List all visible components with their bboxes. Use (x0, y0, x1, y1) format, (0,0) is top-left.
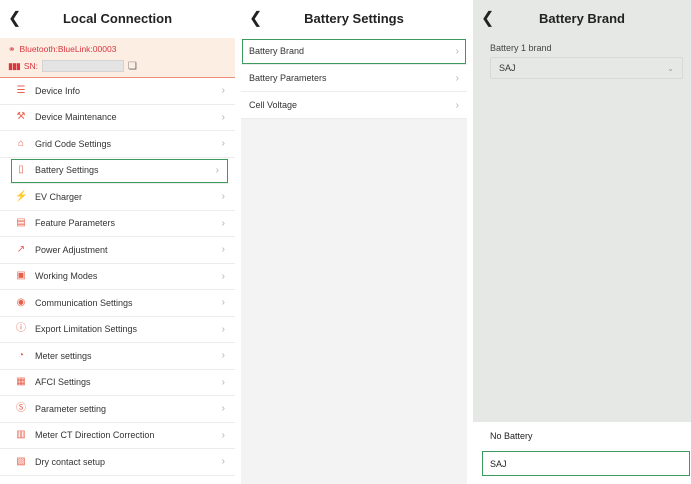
menu-item-label: Power Adjustment (35, 244, 108, 255)
menu-item-label: Battery Settings (35, 165, 99, 176)
brand-option-no-battery[interactable]: No Battery (473, 422, 691, 450)
chevron-right-icon: › (221, 297, 225, 309)
bluetooth-status: ⚭ Bluetooth:BlueLink:00003 (8, 42, 227, 56)
back-arrow-icon[interactable]: ❮ (481, 9, 499, 29)
menu-item-communication-settings[interactable]: ◉ Communication Settings › (0, 290, 235, 317)
connection-info: ⚭ Bluetooth:BlueLink:00003 ▮▮▮ SN: ❏ (0, 38, 235, 78)
export-icon: ⓘ (16, 323, 26, 335)
menu-item-label: Working Modes (35, 271, 98, 282)
chevron-right-icon: › (221, 244, 225, 256)
link-icon: ⚭ (8, 43, 16, 54)
bluetooth-label: Bluetooth:BlueLink:00003 (19, 44, 117, 54)
menu-item-dry-contact-setup[interactable]: ▧ Dry contact setup › (0, 449, 235, 476)
menu-item-power-adjustment[interactable]: ↗ Power Adjustment › (0, 237, 235, 264)
battery-settings-list: Battery Brand › Battery Parameters › Cell Vo… (241, 38, 467, 119)
chevron-right-icon: › (221, 217, 225, 229)
menu-item-working-modes[interactable]: ▣ Working Modes › (0, 263, 235, 290)
grid-tower-icon: ⌂ (17, 137, 25, 149)
chevron-right-icon: › (221, 429, 225, 441)
chevron-right-icon: › (221, 376, 225, 388)
dry-contact-icon: ▧ (16, 455, 26, 467)
menu-item-label: Communication Settings (35, 297, 133, 308)
battery-brand-value: SAJ (499, 63, 516, 73)
chevron-right-icon: › (455, 99, 459, 111)
battery-brand-field-label: Battery 1 brand (490, 43, 552, 53)
battery-item-label: Battery Parameters (249, 73, 327, 83)
local-connection-panel: ❮ Local Connection ⚭ Bluetooth:BlueLink:… (0, 0, 235, 484)
menu-item-label: Meter CT Direction Correction (35, 430, 155, 441)
menu-item-grid-code-settings[interactable]: ⌂ Grid Code Settings › (0, 131, 235, 158)
sn-label: SN: (23, 61, 39, 71)
menu-item-parameter-setting[interactable]: Ⓢ Parameter setting › (0, 396, 235, 423)
settings-menu: ☰ Device Info › ⚒ Device Maintenance › ⌂ Grid C… (0, 78, 235, 476)
battery-item-cell-voltage[interactable]: Cell Voltage › (241, 92, 467, 119)
chevron-right-icon: › (221, 85, 225, 97)
document-list-icon: ☰ (16, 84, 26, 96)
menu-item-label: Device Maintenance (35, 112, 117, 123)
menu-item-device-maintenance[interactable]: ⚒ Device Maintenance › (0, 104, 235, 131)
brand-option-saj[interactable]: SAJ (481, 450, 691, 477)
chevron-right-icon: › (221, 350, 225, 362)
mode-icon: ▣ (16, 270, 26, 282)
brand-picker: No Battery SAJ (473, 422, 691, 484)
menu-item-feature-parameters[interactable]: ▤ Feature Parameters › (0, 210, 235, 237)
chevron-right-icon: › (455, 72, 459, 84)
chevron-right-icon: › (455, 45, 459, 57)
menu-item-label: Device Info (35, 85, 81, 96)
battery-settings-panel: ❮ Battery Settings Battery Brand › Battery… (241, 0, 467, 484)
menu-item-label: Parameter setting (35, 403, 107, 414)
back-arrow-icon[interactable]: ❮ (249, 9, 267, 29)
ct-icon: ▥ (16, 429, 26, 441)
chevron-right-icon: › (221, 111, 225, 123)
sn-value-redacted (42, 60, 125, 72)
meter-icon: ◔ (17, 349, 25, 361)
menu-item-ev-charger[interactable]: ⚡ EV Charger › (0, 184, 235, 211)
menu-item-label: AFCI Settings (35, 377, 91, 388)
chevron-right-icon: › (221, 191, 225, 203)
battery-brand-select[interactable]: SAJ ⌄ (490, 57, 683, 79)
toolbox-icon: ▤ (16, 217, 26, 229)
page-title: Local Connection (62, 11, 173, 26)
battery-item-label: Cell Voltage (249, 100, 298, 110)
page-title: Battery Settings (304, 11, 404, 26)
battery-item-label: Battery Brand (249, 46, 305, 56)
battery-brand-panel: ❮ Battery Brand Battery 1 brand SAJ ⌄ No… (473, 0, 691, 484)
serial-number: ▮▮▮ SN: ❏ (8, 59, 227, 73)
chevron-down-icon: ⌄ (667, 63, 674, 73)
header: ❮ Battery Brand (473, 0, 691, 38)
copy-icon[interactable]: ❏ (128, 61, 137, 72)
menu-item-meter-ct-direction-correction[interactable]: ▥ Meter CT Direction Correction › (0, 422, 235, 449)
chevron-right-icon: › (221, 403, 225, 415)
header: ❮ Local Connection (0, 0, 235, 38)
parameter-icon: Ⓢ (16, 402, 26, 414)
page-title: Battery Brand (539, 11, 625, 26)
back-arrow-icon[interactable]: ❮ (8, 9, 26, 29)
menu-item-afci-settings[interactable]: ▦ AFCI Settings › (0, 369, 235, 396)
menu-item-label: Export Limitation Settings (35, 324, 138, 335)
chevron-right-icon: › (221, 138, 225, 150)
chevron-right-icon: › (221, 270, 225, 282)
battery-icon: ▯ (18, 164, 24, 176)
menu-item-label: Dry contact setup (35, 456, 106, 467)
menu-item-meter-settings[interactable]: ◔ Meter settings › (0, 343, 235, 370)
barcode-icon: ▮▮▮ (8, 60, 21, 71)
menu-item-label: Feature Parameters (35, 218, 116, 229)
menu-item-export-limitation-settings[interactable]: ⓘ Export Limitation Settings › (0, 316, 235, 343)
chevron-right-icon: › (221, 456, 225, 468)
battery-item-battery-brand[interactable]: Battery Brand › (241, 38, 467, 65)
menu-item-battery-settings[interactable]: ▯ Battery Settings › (10, 157, 229, 184)
menu-item-label: Meter settings (35, 350, 92, 361)
wrench-icon: ⚒ (16, 111, 26, 123)
chevron-right-icon: › (221, 323, 225, 335)
menu-item-device-info[interactable]: ☰ Device Info › (0, 78, 235, 105)
menu-item-label: EV Charger (35, 191, 83, 202)
chevron-right-icon: › (215, 164, 219, 176)
menu-item-label: Grid Code Settings (35, 138, 112, 149)
chart-icon: ↗ (16, 243, 26, 255)
header: ❮ Battery Settings (241, 0, 467, 38)
antenna-icon: ◉ (16, 296, 26, 308)
battery-item-battery-parameters[interactable]: Battery Parameters › (241, 65, 467, 92)
afci-icon: ▦ (16, 376, 26, 388)
ev-charger-icon: ⚡ (15, 190, 28, 202)
